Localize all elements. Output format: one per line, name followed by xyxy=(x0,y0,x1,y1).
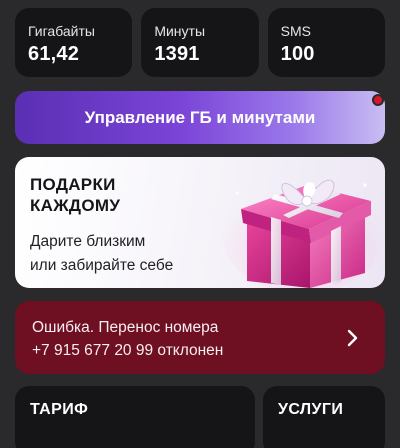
stat-card-sms[interactable]: SMS 100 xyxy=(267,8,385,77)
manage-button-label: Управление ГБ и минутами xyxy=(84,107,316,127)
stat-value: 1391 xyxy=(154,43,200,65)
gift-banner-subtitle: Дарите близким или забирайте себе xyxy=(30,230,230,278)
stat-label: SMS xyxy=(280,23,311,39)
gift-banner-title: ПОДАРКИ КАЖДОМУ xyxy=(30,174,220,216)
stat-label: Гигабайты xyxy=(28,23,95,39)
error-title: Ошибка. Перенос номера xyxy=(32,319,219,336)
notification-dot xyxy=(372,94,384,106)
tariff-card[interactable]: ТАРИФ xyxy=(15,386,255,448)
chevron-right-icon xyxy=(347,329,358,347)
services-card-title: УСЛУГИ xyxy=(278,401,344,418)
screen: Гигабайты 61,42 Минуты 1391 SMS 100 Упра… xyxy=(0,0,400,448)
stat-card-gigabytes[interactable]: Гигабайты 61,42 xyxy=(15,8,133,77)
services-card[interactable]: УСЛУГИ xyxy=(263,386,385,448)
gift-subtitle-line: Дарите близким xyxy=(30,233,146,250)
stat-label: Минуты xyxy=(154,23,206,39)
stat-value: 100 xyxy=(280,43,315,65)
gift-title-line: КАЖДОМУ xyxy=(30,196,121,215)
porting-error-banner[interactable]: Ошибка. Перенос номера +7 915 677 20 99 … xyxy=(15,301,385,374)
tariff-card-title: ТАРИФ xyxy=(30,401,89,418)
gift-title-line: ПОДАРКИ xyxy=(30,175,116,194)
gift-subtitle-line: или забирайте себе xyxy=(30,257,174,274)
error-phone-status: +7 915 677 20 99 отклонен xyxy=(32,342,224,359)
manage-gb-minutes-button[interactable]: Управление ГБ и минутами xyxy=(15,91,385,144)
stats-row: Гигабайты 61,42 Минуты 1391 SMS 100 xyxy=(15,8,385,77)
stat-value: 61,42 xyxy=(28,43,80,65)
gift-box-illustration xyxy=(223,179,383,288)
gifts-banner[interactable]: ПОДАРКИ КАЖДОМУ Дарите близким или забир… xyxy=(15,157,385,288)
stat-card-minutes[interactable]: Минуты 1391 xyxy=(141,8,259,77)
